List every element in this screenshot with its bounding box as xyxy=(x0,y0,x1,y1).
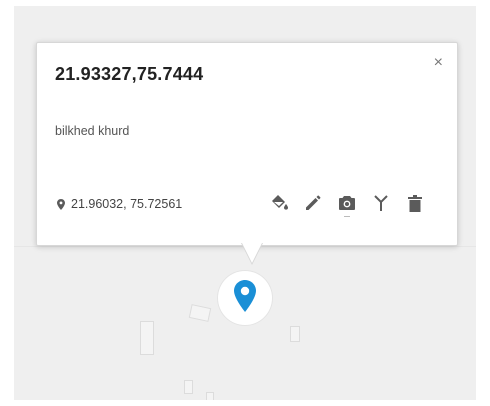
edit-icon xyxy=(305,195,321,211)
map-feature xyxy=(290,326,300,342)
close-button[interactable]: × xyxy=(434,55,443,71)
fill-color-button[interactable] xyxy=(269,192,289,214)
route-icon xyxy=(374,195,388,211)
popup-toolbar xyxy=(269,192,425,217)
camera-icon xyxy=(338,195,356,211)
location-description: bilkhed khurd xyxy=(55,124,130,138)
map-feature xyxy=(206,392,214,400)
edit-button[interactable] xyxy=(303,192,323,214)
delete-button[interactable] xyxy=(405,192,425,214)
screenshot-frame: 21.93327,75.7444 × bilkhed khurd 21.9603… xyxy=(0,0,490,406)
map-feature xyxy=(140,321,154,355)
location-popup: 21.93327,75.7444 × bilkhed khurd 21.9603… xyxy=(36,42,458,265)
camera-button[interactable] xyxy=(337,192,357,217)
delete-icon xyxy=(408,194,422,212)
location-coordinates: 21.96032, 75.72561 xyxy=(57,197,182,211)
popup-title: 21.93327,75.7444 xyxy=(55,64,204,84)
fill-color-icon xyxy=(269,194,289,212)
active-indicator xyxy=(344,216,350,217)
map-feature xyxy=(188,304,212,322)
map-feature xyxy=(184,380,193,394)
popup-tail xyxy=(242,243,262,263)
location-pin-icon xyxy=(234,279,256,317)
map-marker[interactable] xyxy=(218,271,272,325)
route-button[interactable] xyxy=(371,192,391,214)
coordinates-text: 21.96032, 75.72561 xyxy=(71,197,183,211)
pin-icon xyxy=(57,198,65,210)
